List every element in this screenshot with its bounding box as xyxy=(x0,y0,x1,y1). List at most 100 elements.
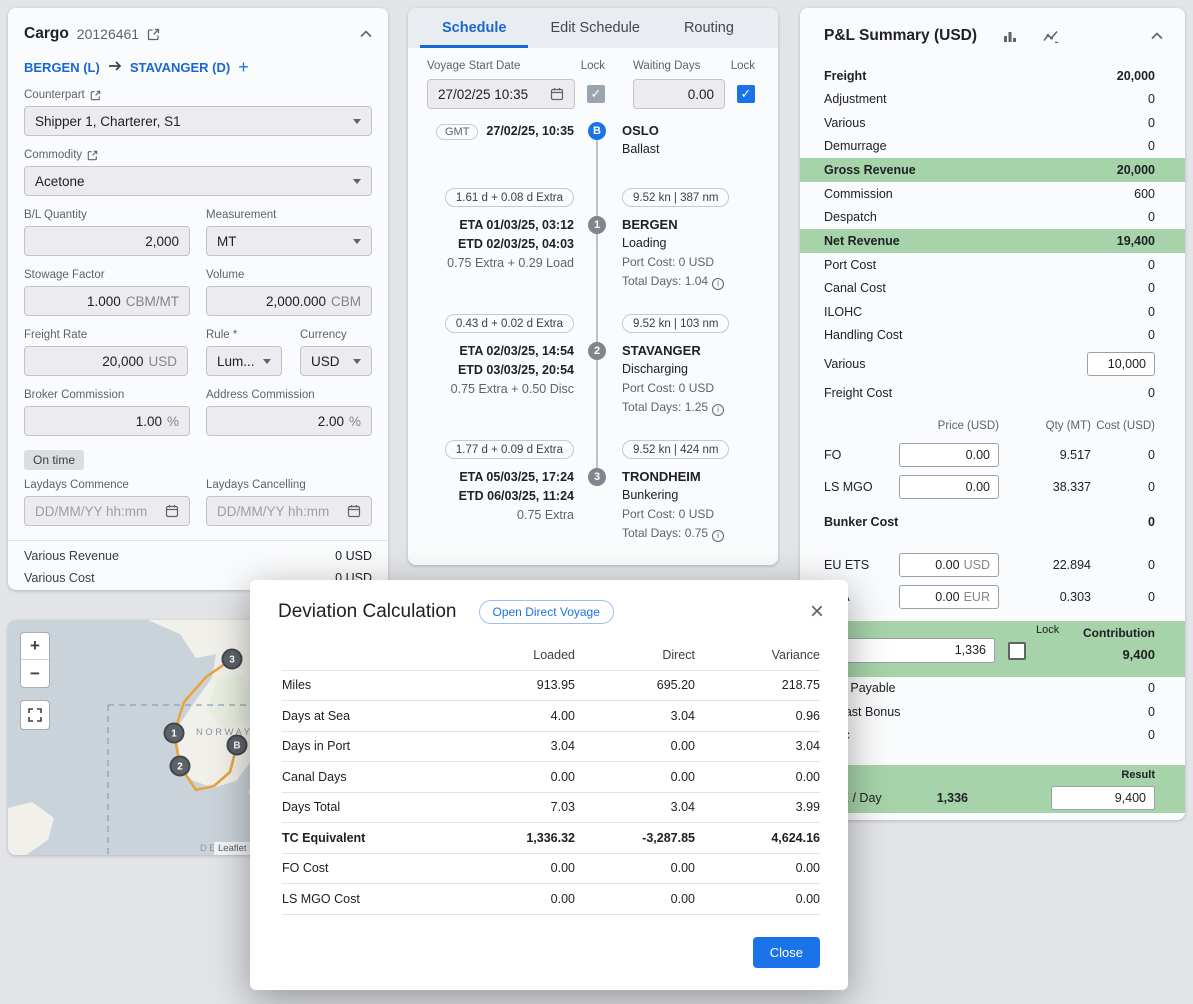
pnl-various-input-row: Various 10,000 xyxy=(800,347,1185,381)
port-marker-3[interactable]: 3 xyxy=(588,468,606,486)
counterpart-select[interactable]: Shipper 1, Charterer, S1 xyxy=(24,106,372,136)
tab-edit-schedule[interactable]: Edit Schedule xyxy=(528,8,661,48)
lsmgo-price-input[interactable]: 0.00 xyxy=(899,475,999,499)
commodity-select[interactable]: Acetone xyxy=(24,166,372,196)
port-name: OSLO xyxy=(622,122,762,140)
add-port-icon[interactable]: + xyxy=(238,60,249,74)
currency-select[interactable]: USD xyxy=(300,346,372,376)
chevron-down-icon xyxy=(353,239,361,244)
map-marker-3: 3 xyxy=(223,650,242,669)
bunker-table-header: Price (USD) Qty (MT) Cost (USD) xyxy=(800,413,1185,439)
close-icon[interactable]: × xyxy=(810,602,824,622)
open-direct-voyage-button[interactable]: Open Direct Voyage xyxy=(479,600,614,624)
voyage-start-input[interactable]: 27/02/25 10:35 xyxy=(427,79,575,109)
zoom-out-button[interactable]: − xyxy=(21,660,49,687)
eu-ets-price-input[interactable]: 0.00USD xyxy=(899,553,999,577)
currency-label: Currency xyxy=(300,329,347,341)
freight-rate-label: Freight Rate xyxy=(24,329,87,341)
route-arrow-icon xyxy=(108,60,122,75)
ets-row: EUA 0.00EUR 0.303 0 xyxy=(800,581,1185,613)
bl-quantity-label: B/L Quantity xyxy=(24,209,87,221)
map-marker-2: 2 xyxy=(171,757,190,776)
tce-input[interactable]: 1,336 xyxy=(835,638,995,663)
table-row: Days at Sea4.003.040.96 xyxy=(282,701,820,732)
port-name: TRONDHEIM xyxy=(622,468,762,486)
port-activity: Loading xyxy=(622,234,762,253)
table-row: Canal Days0.000.000.00 xyxy=(282,762,820,793)
tab-routing[interactable]: Routing xyxy=(662,8,756,48)
tce-per-day-value: 1,336 xyxy=(910,791,968,805)
pnl-summary-panel: P&L Summary (USD) Freight20,000 Adjustme… xyxy=(800,8,1185,820)
calendar-icon[interactable] xyxy=(347,504,361,518)
commodity-value: Acetone xyxy=(35,174,85,189)
contribution-label: Contribution xyxy=(1083,626,1155,640)
chevron-down-icon xyxy=(353,359,361,364)
timeline-leg-row: 0.43 d + 0.02 d Extra 9.52 kn | 103 nm xyxy=(424,314,762,333)
bar-chart-icon[interactable] xyxy=(1003,29,1017,43)
port-marker-2[interactable]: 2 xyxy=(588,342,606,360)
voyage-start-lock-checkbox[interactable]: ✓ xyxy=(587,85,605,103)
volume-input[interactable]: 2,000.000 CBM xyxy=(206,286,372,316)
various-cost-input[interactable]: 10,000 xyxy=(1087,352,1155,376)
open-cargo-icon[interactable] xyxy=(147,28,160,41)
bunker-cost-row: Bunker Cost 0 xyxy=(800,507,1185,537)
discharge-port-link[interactable]: STAVANGER (D) xyxy=(130,60,230,75)
timeline-port-row: ETA 02/03/25, 14:54 ETD 03/03/25, 20:54 … xyxy=(424,342,762,417)
port-activity: Bunkering xyxy=(622,486,762,505)
bl-quantity-input[interactable]: 2,000 xyxy=(24,226,190,256)
timezone-chip[interactable]: GMT xyxy=(436,124,478,140)
port-activity: Discharging xyxy=(622,360,762,379)
collapse-pnl-icon[interactable] xyxy=(1151,32,1163,40)
open-counterpart-icon[interactable] xyxy=(90,90,101,101)
divider xyxy=(8,540,388,541)
port-name: BERGEN xyxy=(622,216,762,234)
close-button[interactable]: Close xyxy=(753,937,820,968)
pnl-title: P&L Summary (USD) xyxy=(824,27,977,45)
eua-price-input[interactable]: 0.00EUR xyxy=(899,585,999,609)
waiting-days-input[interactable]: 0.00 xyxy=(633,79,725,109)
table-row: FO Cost0.000.000.00 xyxy=(282,854,820,885)
pnl-row: Canal Cost0 xyxy=(800,277,1185,301)
info-icon[interactable]: i xyxy=(712,278,724,290)
waiting-days-lock-checkbox[interactable]: ✓ xyxy=(737,85,755,103)
svg-text:2: 2 xyxy=(177,762,183,773)
open-commodity-icon[interactable] xyxy=(87,150,98,161)
pnl-header: P&L Summary (USD) xyxy=(800,8,1185,64)
freight-rate-input[interactable]: 20,000 USD xyxy=(24,346,188,376)
pnl-gross-revenue-row: Gross Revenue20,000 xyxy=(800,158,1185,182)
broker-commission-input[interactable]: 1.00 % xyxy=(24,406,190,436)
analytics-icon[interactable] xyxy=(1043,30,1059,43)
map-marker-start: B xyxy=(228,736,247,755)
port-marker-start[interactable]: B xyxy=(588,122,606,140)
load-port-link[interactable]: BERGEN (L) xyxy=(24,60,100,75)
tab-schedule[interactable]: Schedule xyxy=(420,8,528,48)
table-row: Days in Port3.040.003.04 xyxy=(282,732,820,763)
collapse-cargo-icon[interactable] xyxy=(360,30,372,38)
contribution-lock-checkbox[interactable] xyxy=(1008,642,1026,660)
info-icon[interactable]: i xyxy=(712,404,724,416)
pnl-row: ILOHC0 xyxy=(800,300,1185,324)
calendar-icon[interactable] xyxy=(165,504,179,518)
info-icon[interactable]: i xyxy=(712,530,724,542)
cargo-id: 20126461 xyxy=(77,26,139,42)
calendar-icon[interactable] xyxy=(550,87,564,101)
timeline-leg-row: 1.77 d + 0.09 d Extra 9.52 kn | 424 nm xyxy=(424,440,762,459)
zoom-in-button[interactable]: + xyxy=(21,633,49,660)
stowage-factor-input[interactable]: 1.000 CBM/MT xyxy=(24,286,190,316)
fullscreen-button[interactable] xyxy=(20,700,50,730)
leg-duration-chip: 1.77 d + 0.09 d Extra xyxy=(445,440,574,459)
laydays-commence-input[interactable]: DD/MM/YY hh:mm xyxy=(24,496,190,526)
waiting-days-lock-label: Lock xyxy=(731,60,755,75)
measurement-select[interactable]: MT xyxy=(206,226,372,256)
fo-price-input[interactable]: 0.00 xyxy=(899,443,999,467)
leg-speed-chip: 9.52 kn | 424 nm xyxy=(622,440,729,459)
svg-text:1: 1 xyxy=(171,729,177,740)
rule-select[interactable]: Lum... xyxy=(206,346,282,376)
pnl-row: Adjustment0 xyxy=(800,88,1185,112)
address-commission-input[interactable]: 2.00 % xyxy=(206,406,372,436)
result-input[interactable]: 9,400 xyxy=(1051,786,1155,810)
contribution-lock-label: Lock xyxy=(1036,624,1059,636)
voyage-start-label: Voyage Start Date xyxy=(427,60,520,75)
laydays-cancelling-input[interactable]: DD/MM/YY hh:mm xyxy=(206,496,372,526)
port-marker-1[interactable]: 1 xyxy=(588,216,606,234)
